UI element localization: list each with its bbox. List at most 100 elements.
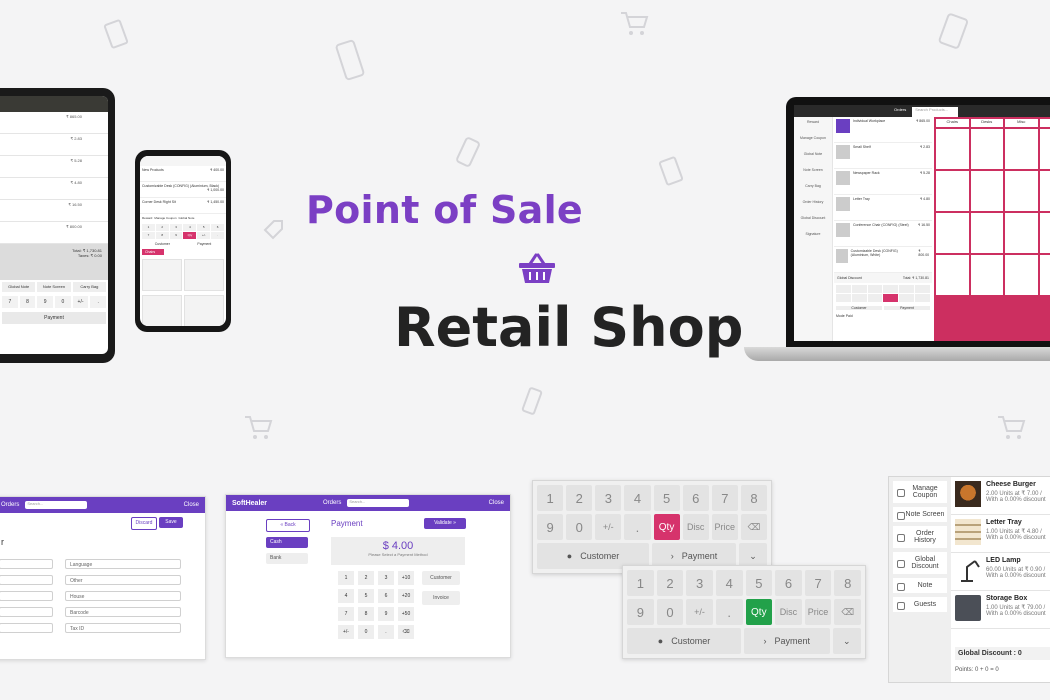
orders-tab[interactable]: Orders xyxy=(323,500,341,506)
key[interactable]: 7 xyxy=(338,607,354,621)
global-note-button[interactable]: Global Note xyxy=(2,282,36,292)
key[interactable]: 6 xyxy=(682,485,709,511)
key[interactable]: +/- xyxy=(72,296,89,308)
product-tile[interactable] xyxy=(1005,213,1038,253)
manage-coupon-tab[interactable]: Manage Coupon xyxy=(154,216,176,220)
back-button[interactable]: « Back xyxy=(266,519,310,532)
backspace-key[interactable]: ⌫ xyxy=(740,514,767,540)
side-global-discount[interactable]: Global Discount xyxy=(794,213,832,229)
form-field[interactable] xyxy=(0,559,53,569)
key[interactable]: 4 xyxy=(338,589,354,603)
key[interactable]: 1 xyxy=(142,224,155,231)
key[interactable]: 9 xyxy=(37,296,54,308)
product-tile[interactable] xyxy=(936,171,969,211)
product-tile[interactable] xyxy=(1039,255,1050,295)
order-line[interactable]: Conference Chair (CONFIG) (Steel) ₹ 16.50 xyxy=(834,221,932,247)
cash-method[interactable]: Cash xyxy=(266,537,308,548)
product-tile[interactable] xyxy=(184,259,224,291)
key[interactable]: 3 xyxy=(378,571,394,585)
order-line[interactable]: ₹ 2.83 xyxy=(0,134,108,156)
product-tile[interactable] xyxy=(970,213,1003,253)
product-tile[interactable] xyxy=(1005,171,1038,211)
key[interactable]: 3 xyxy=(169,224,183,231)
product-tile[interactable] xyxy=(1039,129,1050,169)
category-tab[interactable]: Chairs xyxy=(936,119,969,127)
other-field[interactable]: Other xyxy=(65,575,181,585)
order-line[interactable]: Corner Desk Right Sit ₹ 1,450.00 xyxy=(140,198,226,214)
disc-key[interactable]: Disc xyxy=(682,514,709,540)
side-reward[interactable]: Reward xyxy=(794,117,832,133)
key[interactable]: 3 xyxy=(686,570,713,596)
note-screen-button[interactable]: Note Screen xyxy=(37,282,71,292)
key[interactable]: 2 xyxy=(656,570,684,596)
key[interactable]: 5 xyxy=(358,589,374,603)
qty-key[interactable]: Qty xyxy=(183,232,197,239)
order-line[interactable]: Letter Tray 1.00 Units at ₹ 4.80 /With a … xyxy=(951,515,1050,553)
key[interactable]: 7 xyxy=(711,485,738,511)
order-line[interactable]: ₹ 16.50 xyxy=(0,200,108,222)
form-field[interactable] xyxy=(0,607,53,617)
key[interactable]: . xyxy=(715,599,743,625)
language-field[interactable]: Language xyxy=(65,559,181,569)
key[interactable]: 2 xyxy=(155,224,169,231)
key[interactable]: 1 xyxy=(627,570,654,596)
note-screen-button[interactable]: Note Screen xyxy=(893,507,947,522)
barcode-field[interactable]: Barcode xyxy=(65,607,181,617)
key[interactable]: 9 xyxy=(537,514,564,540)
product-tile[interactable] xyxy=(936,255,969,295)
customer-button[interactable]: Customer xyxy=(836,306,882,310)
key[interactable]: 0 xyxy=(55,296,71,308)
form-field[interactable] xyxy=(0,591,53,601)
key[interactable]: 7 xyxy=(2,296,18,308)
key[interactable]: 6 xyxy=(378,589,394,603)
product-tile[interactable] xyxy=(1039,213,1050,253)
bank-method[interactable]: Bank xyxy=(266,553,308,564)
product-tile[interactable] xyxy=(970,255,1003,295)
side-carry-bag[interactable]: Carry Bag xyxy=(794,181,832,197)
customer-button[interactable]: Customer xyxy=(422,571,460,585)
side-order-history[interactable]: Order History xyxy=(794,197,832,213)
validate-button[interactable]: Validate » xyxy=(424,518,466,529)
key[interactable]: 4 xyxy=(624,485,651,511)
key[interactable]: +/- xyxy=(686,599,713,625)
product-tile[interactable] xyxy=(970,171,1003,211)
order-line[interactable]: Small Shelf ₹ 2.83 xyxy=(834,143,932,169)
key[interactable]: 8 xyxy=(19,296,36,308)
key[interactable]: 4 xyxy=(183,224,197,231)
category-tab[interactable]: Misc xyxy=(1005,119,1038,127)
global-discount-button[interactable]: Global Discount xyxy=(893,552,947,574)
order-line[interactable]: Individual Workplace ₹ 865.00 xyxy=(834,117,932,143)
key[interactable]: 9 xyxy=(169,232,183,239)
customer-button[interactable]: ● Customer xyxy=(627,628,741,654)
manage-coupon-button[interactable]: Manage Coupon xyxy=(893,481,947,503)
disc-key[interactable]: Disc xyxy=(775,599,802,625)
form-field[interactable] xyxy=(0,623,53,633)
chevron-down-icon[interactable]: ⌄ xyxy=(832,628,861,654)
side-global-note[interactable]: Global Note xyxy=(794,149,832,165)
save-button[interactable]: Save xyxy=(159,517,183,528)
order-line[interactable]: ₹ 4.80 xyxy=(0,178,108,200)
key[interactable]: +10 xyxy=(398,571,414,585)
payment-button[interactable]: Payment xyxy=(197,242,211,246)
note-button[interactable]: Note xyxy=(893,578,947,593)
key[interactable]: . xyxy=(211,232,224,239)
discard-button[interactable]: Discard xyxy=(131,517,157,530)
order-line[interactable]: Cheese Burger 2.00 Units at ₹ 7.00 /With … xyxy=(951,477,1050,515)
product-tile[interactable] xyxy=(142,259,182,291)
house-field[interactable]: House xyxy=(65,591,181,601)
order-line[interactable]: Letter Tray ₹ 4.80 xyxy=(834,195,932,221)
payment-button[interactable]: › Payment xyxy=(744,628,830,654)
key[interactable]: +/- xyxy=(595,514,622,540)
backspace-key[interactable]: ⌫ xyxy=(834,599,861,625)
key[interactable]: 5 xyxy=(653,485,680,511)
qty-key[interactable]: Qty xyxy=(653,514,680,540)
payment-button[interactable]: Payment xyxy=(2,312,106,324)
key[interactable]: 0 xyxy=(656,599,684,625)
key[interactable]: +/- xyxy=(197,232,211,239)
close-link[interactable]: Close xyxy=(184,502,199,508)
key[interactable]: . xyxy=(378,625,394,639)
key[interactable]: 2 xyxy=(566,485,593,511)
order-line[interactable]: ₹ 800.00 xyxy=(0,222,108,244)
orders-tab[interactable]: Orders xyxy=(894,107,906,117)
qty-key[interactable]: Qty xyxy=(745,599,773,625)
